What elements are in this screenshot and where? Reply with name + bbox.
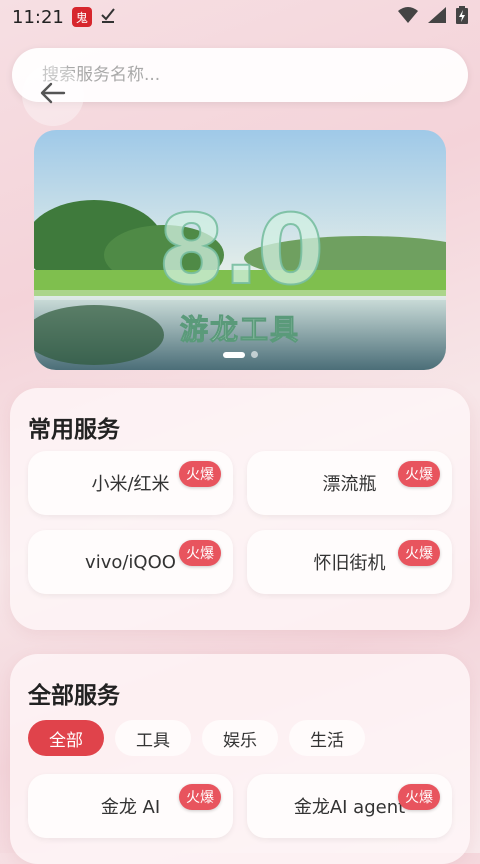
hot-badge: 火爆 [398,461,440,487]
battery-icon [456,5,468,29]
service-card-vivo[interactable]: vivo/iQOO 火爆 [28,530,233,594]
service-card-jinlong-ai-agent[interactable]: 金龙AI agent 火爆 [247,774,452,838]
tab-all[interactable]: 全部 [28,720,104,756]
service-card-retro-arcade[interactable]: 怀旧街机 火爆 [247,530,452,594]
carousel-dot-active[interactable] [222,351,245,358]
service-card-xiaomi[interactable]: 小米/红米 火爆 [28,451,233,515]
hot-badge: 火爆 [398,784,440,810]
promo-banner[interactable]: 8.0 游龙工具 [34,130,446,370]
arrow-left-icon [40,82,66,108]
hot-badge: 火爆 [179,784,221,810]
hot-badge: 火爆 [398,540,440,566]
hot-badge: 火爆 [179,540,221,566]
service-card-drift-bottle[interactable]: 漂流瓶 火爆 [247,451,452,515]
all-services-title: 全部服务 [28,683,120,709]
signal-icon [428,6,446,28]
app-notification-icon: 鬼 [71,7,92,27]
service-card-jinlong-ai[interactable]: 金龙 AI 火爆 [28,774,233,838]
common-services-panel: 常用服务 小米/红米 火爆 漂流瓶 火爆 vivo/iQOO 火爆 怀旧街机 火… [10,388,470,630]
carousel-indicator [34,351,446,358]
banner-subtitle: 游龙工具 [179,313,300,347]
download-complete-icon [100,7,116,28]
common-services-title: 常用服务 [28,417,120,443]
status-time: 11:21 [12,6,64,28]
back-button[interactable] [22,64,84,126]
banner-title: 8.0 [157,193,325,307]
tab-life[interactable]: 生活 [289,720,365,756]
tab-tools[interactable]: 工具 [115,720,191,756]
carousel-dot[interactable] [250,351,258,358]
hot-badge: 火爆 [179,461,221,487]
status-bar: 11:21 鬼 [0,0,480,34]
wifi-icon [398,6,418,28]
tab-entertainment[interactable]: 娱乐 [202,720,278,756]
